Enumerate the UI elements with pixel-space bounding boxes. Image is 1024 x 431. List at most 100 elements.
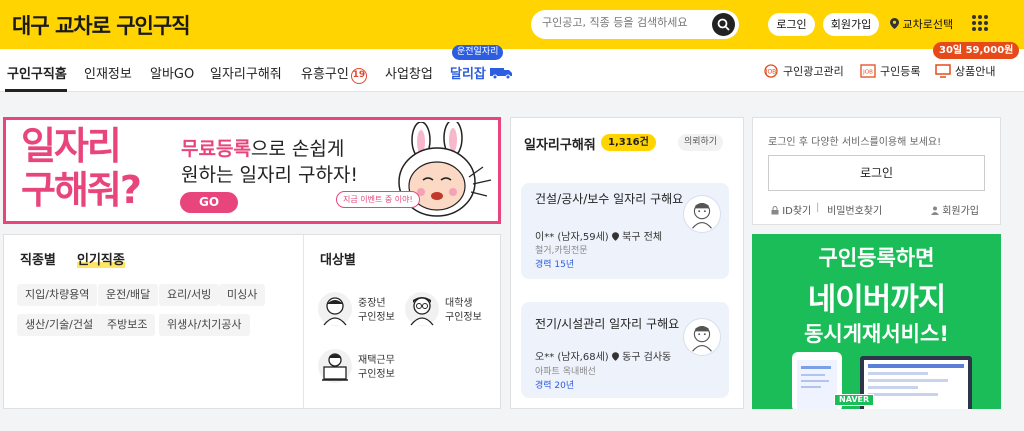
signup-button[interactable]: 회원가입 bbox=[823, 13, 879, 36]
job-tag[interactable]: 운전/배달 bbox=[98, 284, 159, 306]
job-register-icon: JOB bbox=[860, 64, 876, 78]
nav-ad-manage[interactable]: JOB 구인광고관리 bbox=[763, 63, 844, 79]
jobseek-title: 일자리구해줘 bbox=[524, 138, 596, 153]
banner-big-text: 일자리 구해줘? bbox=[21, 124, 142, 212]
top-bar: 대구 교차로 구인구직 로그인 회원가입 교차로선택 bbox=[0, 0, 1024, 49]
login-signup-link[interactable]: 회원가입 bbox=[931, 202, 979, 217]
user-avatar-icon bbox=[683, 318, 721, 356]
nav-albago[interactable]: 알바GO bbox=[150, 63, 194, 82]
svg-text:JOB: JOB bbox=[765, 69, 777, 76]
jobseek-item-sub: 아파트 옥내배선 bbox=[535, 367, 596, 377]
jobseek-item[interactable]: 건설/공사/보수 일자리 구해요 이** (남자,59세) 북구 전체 철거,카… bbox=[521, 183, 729, 279]
search-input[interactable] bbox=[542, 16, 702, 29]
category-card: 직종별 인기직종 지입/차량용역 운전/배달 요리/서빙 미싱사 생산/기술/건… bbox=[3, 234, 501, 409]
job-tag[interactable]: 위생사/치기공사 bbox=[159, 314, 250, 336]
target-label-2: 대학생 bbox=[445, 298, 473, 309]
login-signup-label: 회원가입 bbox=[942, 206, 979, 217]
lock-icon bbox=[771, 206, 779, 215]
job-tag[interactable]: 요리/서빙 bbox=[159, 284, 220, 306]
target-sub-2: 구인정보 bbox=[445, 312, 482, 323]
jobseek-item-sub: 철거,카팅전문 bbox=[535, 246, 588, 256]
delivery-tag: 운전일자리 bbox=[452, 45, 504, 60]
monitor-icon bbox=[935, 64, 951, 78]
job-register-label: 구인등록 bbox=[880, 65, 921, 78]
nav-talent[interactable]: 인재정보 bbox=[84, 63, 132, 82]
nav-delivery[interactable]: 달리잡 bbox=[450, 63, 514, 82]
ad-manage-icon: JOB bbox=[764, 64, 778, 78]
naver-badge: NAVER bbox=[834, 394, 875, 406]
login-box-button[interactable]: 로그인 bbox=[768, 155, 985, 191]
promo-line2: 네이버까지 bbox=[807, 282, 947, 318]
category-divider bbox=[303, 235, 304, 408]
login-button[interactable]: 로그인 bbox=[768, 13, 815, 36]
find-id-link[interactable]: ID찾기 bbox=[771, 202, 811, 217]
truck-icon bbox=[490, 68, 513, 80]
jobseek-item[interactable]: 전기/시설관리 일자리 구해요 오** (남자,68세) 동구 검사동 아파트 … bbox=[521, 302, 729, 398]
region-select[interactable]: 교차로선택 bbox=[890, 16, 953, 32]
site-logo[interactable]: 대구 교차로 구인구직 bbox=[12, 10, 191, 40]
target-label-1: 중장년 bbox=[358, 298, 386, 309]
find-id-label: ID찾기 bbox=[782, 206, 812, 217]
jobseek-item-title: 건설/공사/보수 일자리 구해요 bbox=[535, 192, 684, 206]
banner-highlight: 무료등록 bbox=[181, 138, 251, 160]
jobseek-item-career: 경력 20년 bbox=[535, 381, 575, 391]
target-title: 대상별 bbox=[320, 253, 356, 268]
link-separator: | bbox=[816, 202, 820, 213]
naver-promo-banner[interactable]: 구인등록하면 네이버까지 동시게재서비스! NAVER bbox=[752, 234, 1001, 409]
ad-manage-label: 구인광고관리 bbox=[783, 65, 844, 78]
remote-work-person-icon bbox=[318, 349, 352, 383]
jobseek-item-person: 오** (남자,68세) bbox=[535, 352, 609, 363]
region-label: 교차로선택 bbox=[902, 18, 954, 31]
user-avatar-icon bbox=[683, 195, 721, 233]
adult-badge: 19 bbox=[350, 68, 367, 84]
jobseek-banner[interactable]: 일자리 구해줘? 무료등록으로 손쉽게 원하는 일자리 구하자! GO 지금 이… bbox=[3, 117, 501, 224]
user-icon bbox=[931, 206, 939, 215]
location-pin-icon bbox=[611, 232, 619, 241]
laptop-screen-illustration bbox=[860, 356, 972, 409]
jobseek-item-location: 동구 검사동 bbox=[622, 352, 672, 363]
promo-line1: 구인등록하면 bbox=[818, 246, 935, 270]
nav-home[interactable]: 구인구직홈 bbox=[7, 63, 67, 82]
banner-line1: 무료등록으로 손쉽게 bbox=[181, 134, 344, 161]
middle-aged-person-icon bbox=[318, 292, 352, 326]
target-sub-3: 구인정보 bbox=[358, 369, 395, 380]
jobseek-item-who: 오** (남자,68세) 동구 검사동 bbox=[535, 348, 671, 363]
promo-line3: 동시게재서비스! bbox=[804, 322, 949, 346]
tab-popular-label: 인기직종 bbox=[77, 253, 125, 268]
product-info-label: 상품안내 bbox=[955, 65, 996, 78]
jobseek-item-who: 이** (남자,59세) 북구 전체 bbox=[535, 228, 662, 243]
location-pin-icon bbox=[611, 352, 619, 361]
all-menu-icon[interactable] bbox=[972, 15, 988, 31]
nav-jobseek[interactable]: 일자리구해줘 bbox=[210, 63, 282, 82]
jobseek-count-badge: 1,316건 bbox=[601, 134, 656, 151]
job-tag[interactable]: 미싱사 bbox=[219, 284, 266, 306]
nav-job-register[interactable]: JOB 구인등록 bbox=[860, 63, 920, 79]
jobseek-item-location: 북구 전체 bbox=[622, 232, 663, 243]
svg-text:JOB: JOB bbox=[862, 70, 873, 76]
logo-suffix: 구인구직 bbox=[116, 14, 190, 38]
banner-big-line2: 구해줘? bbox=[21, 168, 142, 212]
banner-event-tag: 지금 이벤트 중 이야! bbox=[336, 191, 420, 208]
banner-big-line1: 일자리 bbox=[21, 124, 122, 168]
banner-go-button[interactable]: GO bbox=[180, 192, 238, 213]
search-button[interactable] bbox=[712, 13, 735, 36]
nav-delivery-label: 달리잡 bbox=[450, 67, 486, 82]
location-pin-icon bbox=[890, 18, 899, 29]
price-tag: 30일 59,000원 bbox=[933, 42, 1020, 59]
search-icon bbox=[717, 18, 730, 31]
nav-business[interactable]: 사업창업 bbox=[385, 63, 433, 82]
banner-line2: 원하는 일자리 구하자! bbox=[181, 164, 359, 186]
job-tag[interactable]: 생산/기술/건설 bbox=[17, 314, 102, 336]
tab-popular[interactable]: 인기직종 bbox=[77, 249, 125, 268]
job-tag[interactable]: 주방보조 bbox=[99, 314, 156, 336]
search-box bbox=[531, 10, 739, 39]
nav-entertainment[interactable]: 유흥구인 19 bbox=[301, 63, 367, 84]
request-button[interactable]: 의뢰하기 bbox=[678, 134, 724, 151]
nav-entertainment-label: 유흥구인 bbox=[301, 67, 349, 82]
student-person-icon bbox=[405, 292, 439, 326]
nav-product-info[interactable]: 상품안내 bbox=[935, 63, 995, 79]
find-password-link[interactable]: 비밀번호찾기 bbox=[827, 202, 882, 217]
jobseek-item-title: 전기/시설관리 일자리 구해요 bbox=[535, 317, 680, 331]
job-tag[interactable]: 지입/차량용역 bbox=[17, 284, 98, 306]
tab-jobtype[interactable]: 직종별 bbox=[20, 249, 56, 268]
